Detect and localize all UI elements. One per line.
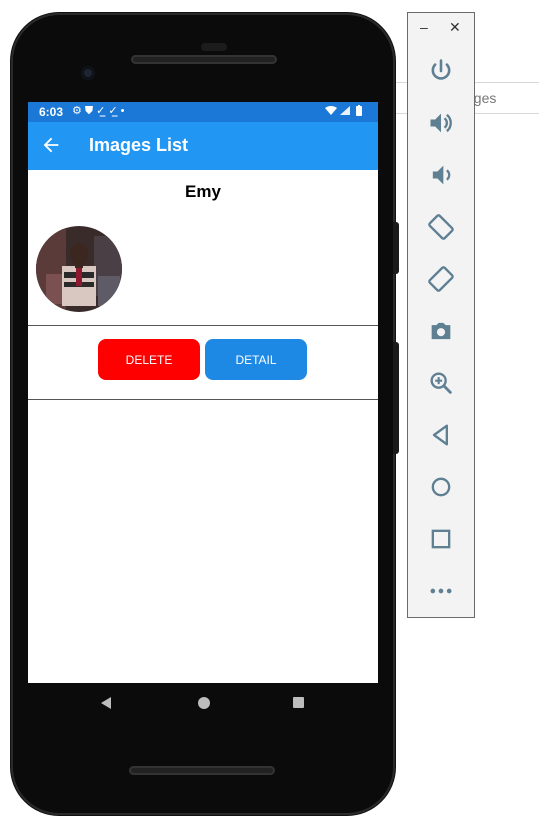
rotate-left-button[interactable] [425,211,457,243]
volume-up-button[interactable] [425,107,457,139]
sensor-dot [201,43,227,51]
power-icon [431,59,451,80]
front-camera [81,66,95,80]
app-bar: Images List [28,122,378,170]
minimize-button[interactable]: – [420,19,428,35]
home-circle-icon[interactable] [198,697,210,709]
home-button[interactable] [425,471,457,503]
device-screen: 6:03 ⚙⛊✓̲✓̲• Images List Emy DELETE DETA… [28,102,378,683]
rotate-left-icon [428,214,454,240]
delete-button[interactable]: DELETE [98,339,200,380]
shield-icon: ⛊ [84,105,97,117]
divider-bottom [28,399,378,400]
checklist-icon: ✓̲ [96,105,109,117]
status-bar: 6:03 ⚙⛊✓̲✓̲• [28,102,378,122]
side-button-volume[interactable] [393,342,399,454]
more-button[interactable] [425,575,457,607]
dot-icon: • [120,105,128,117]
status-time: 6:03 [39,105,64,119]
detail-button[interactable]: DETAIL [205,339,307,380]
divider-top [28,325,378,326]
power-button[interactable] [425,55,457,87]
person-name: Emy [185,182,221,201]
back-button[interactable] [425,419,457,451]
zoom-button[interactable] [425,367,457,399]
overview-button[interactable] [425,523,457,555]
rotate-right-icon [428,266,454,292]
volume-down-button[interactable] [425,159,457,191]
status-system-icons [324,105,366,120]
close-button[interactable]: ✕ [449,19,461,36]
volume-up-icon [430,113,452,133]
camera-icon [431,322,451,340]
settings-icon: ⚙ [72,105,85,117]
top-speaker-grille [131,55,277,64]
side-button-power[interactable] [393,222,399,274]
profile-photo [36,226,122,312]
android-nav-bar [28,683,378,723]
back-triangle-icon[interactable] [100,696,112,710]
volume-down-icon [432,165,451,185]
status-notification-icons: ⚙⛊✓̲✓̲• [72,104,127,118]
back-icon [432,424,448,446]
bottom-speaker-grille [129,766,275,775]
profile-photo-avatar[interactable] [36,226,122,312]
home-icon [431,477,451,497]
recents-square-icon[interactable] [293,697,304,708]
overview-icon [431,529,451,549]
app-bar-title: Images List [89,135,189,155]
rotate-right-button[interactable] [425,263,457,295]
wifi-signal-battery-icon [325,105,362,116]
screenshot-button[interactable] [425,315,457,347]
emulator-toolbar: – ✕ [407,12,475,618]
more-icon [430,588,452,594]
zoom-icon [430,372,452,394]
checklist-icon: ✓̲ [108,105,121,117]
arrow-back-icon[interactable] [40,134,62,156]
